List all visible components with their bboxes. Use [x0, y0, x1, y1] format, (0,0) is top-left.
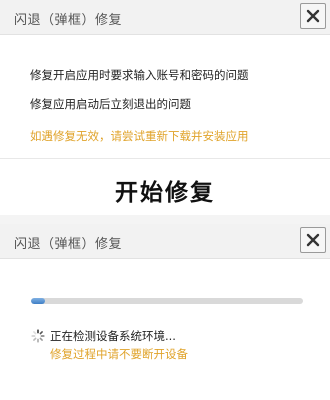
dialog-titlebar: 闪退（弹框）修复: [0, 0, 330, 35]
close-icon: [306, 9, 320, 23]
divider: [0, 158, 330, 159]
dialog-title: 闪退（弹框）修复: [14, 237, 123, 252]
dialog-title: 闪退（弹框）修复: [14, 13, 123, 28]
progress-bar: [31, 298, 303, 304]
reinstall-hint: 如遇修复无效，请尝试重新下载并安装应用: [30, 129, 249, 143]
dialog-separator: [0, 215, 330, 224]
issue-item-crash-on-launch: 修复应用启动后立刻退出的问题: [30, 97, 191, 111]
start-repair-button[interactable]: 开始修复: [0, 160, 330, 210]
close-button[interactable]: [300, 3, 326, 29]
repair-dialog: 闪退（弹框）修复 修复开启应用时要求输入账号和密码的问题 修复应用启动后立刻退出…: [0, 0, 330, 215]
do-not-disconnect-warning: 修复过程中请不要断开设备: [50, 347, 188, 361]
dialog-titlebar: 闪退（弹框）修复: [0, 224, 330, 259]
close-icon: [306, 233, 320, 247]
repair-progress-dialog: 闪退（弹框）修复 正在检测设备系统环境... 修复过程中请不要断开设备: [0, 224, 330, 400]
screenshot-canvas: 闪退（弹框）修复 修复开启应用时要求输入账号和密码的问题 修复应用启动后立刻退出…: [0, 0, 330, 400]
status-text: 正在检测设备系统环境...: [50, 329, 176, 343]
close-button[interactable]: [300, 227, 326, 253]
loading-spinner-icon: [31, 329, 45, 343]
issue-item-login-prompt: 修复开启应用时要求输入账号和密码的问题: [30, 68, 249, 82]
progress-bar-fill: [31, 298, 45, 304]
start-repair-label: 开始修复: [115, 179, 215, 205]
